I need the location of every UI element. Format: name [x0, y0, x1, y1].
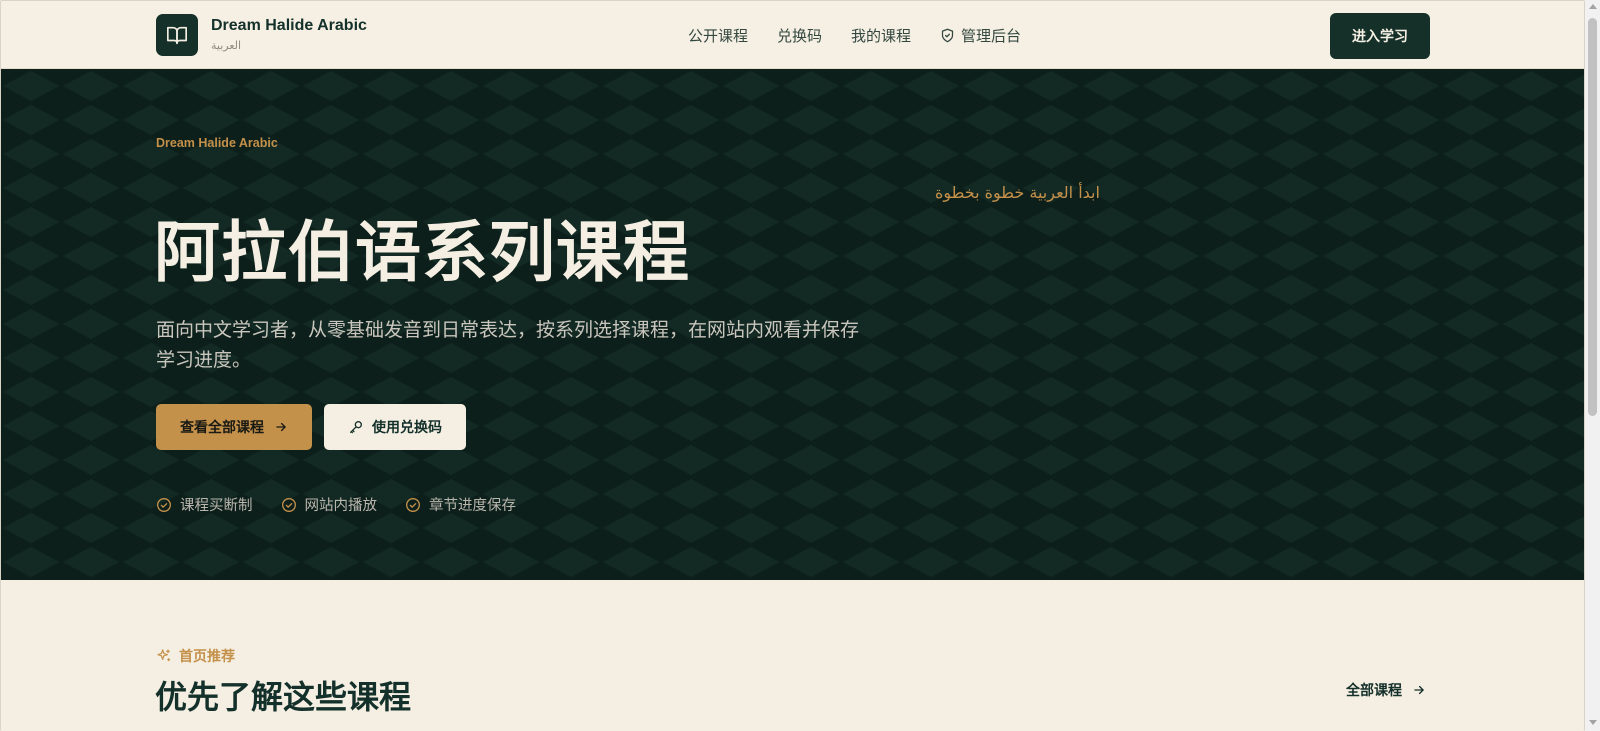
nav-label: 公开课程	[688, 27, 749, 45]
feature-item: 章节进度保存	[405, 494, 516, 515]
browser-viewport: Dream Halide Arabic العربية 公开课程 兑换码 我的课…	[0, 0, 1585, 731]
site-header: Dream Halide Arabic العربية 公开课程 兑换码 我的课…	[1, 1, 1584, 69]
check-circle-icon	[281, 497, 296, 512]
brand-subtitle: العربية	[211, 39, 242, 52]
hero-eyebrow: Dream Halide Arabic	[156, 136, 278, 150]
check-circle-icon	[406, 497, 420, 512]
feature-label: 网站内播放	[304, 498, 378, 514]
recommended-eyebrow-label: 首页推荐	[179, 649, 235, 665]
hero-section: Dream Halide Arabic ابدأ العربية خطوة بخ…	[1, 69, 1584, 580]
check-circle-icon	[157, 497, 171, 512]
enter-learning-button[interactable]: 进入学习	[1330, 13, 1430, 59]
nav-admin[interactable]: 管理后台	[940, 25, 1021, 46]
open-book-icon	[167, 26, 187, 45]
key-icon	[350, 421, 362, 434]
vertical-scrollbar[interactable]	[1585, 0, 1600, 731]
scroll-down-arrow-icon[interactable]	[1589, 720, 1597, 725]
nav-label: 我的课程	[851, 27, 912, 45]
view-all-courses-button[interactable]: 查看全部课程	[156, 404, 312, 450]
all-courses-link[interactable]: 全部课程	[1346, 680, 1426, 700]
use-redeem-code-button[interactable]: 使用兑换码	[324, 404, 466, 450]
arrow-right-icon	[276, 422, 286, 432]
recommended-title: 优先了解这些课程	[155, 678, 412, 716]
scrollbar-thumb[interactable]	[1588, 18, 1597, 416]
hero-arabic-tagline: ابدأ العربية خطوة بخطوة	[935, 183, 1100, 202]
main-nav: 公开课程 兑换码 我的课程 管理后台	[688, 25, 1021, 46]
feature-label: 课程买断制	[180, 498, 253, 514]
sparkles-icon	[157, 649, 171, 662]
nav-label: 管理后台	[961, 27, 1022, 45]
feature-label: 章节进度保存	[429, 498, 516, 514]
hero-title: 阿拉伯语系列课程	[154, 214, 690, 291]
brand-name[interactable]: Dream Halide Arabic	[211, 17, 367, 35]
button-label: 使用兑换码	[372, 420, 442, 436]
hero-description: 面向中文学习者，从零基础发音到日常表达，按系列选择课程，在网站内观看并保存学习进…	[156, 319, 860, 371]
link-label: 全部课程	[1346, 683, 1402, 699]
feature-item: 课程买断制	[156, 494, 253, 515]
recommended-eyebrow: 首页推荐	[156, 646, 235, 666]
nav-my-courses[interactable]: 我的课程	[851, 25, 911, 46]
logo[interactable]	[156, 14, 198, 56]
feature-list: 课程买断制 网站内播放 章节进度保存	[156, 494, 544, 515]
shield-check-icon	[941, 28, 954, 43]
recommended-section: 首页推荐 优先了解这些课程 全部课程	[1, 580, 1584, 731]
nav-label: 兑换码	[777, 27, 823, 45]
feature-item: 网站内播放	[281, 494, 378, 515]
nav-public-courses[interactable]: 公开课程	[688, 25, 748, 46]
button-label: 查看全部课程	[180, 420, 264, 436]
arrow-right-icon	[1414, 685, 1424, 695]
scroll-up-arrow-icon[interactable]	[1589, 4, 1597, 9]
nav-redeem-code[interactable]: 兑换码	[777, 25, 822, 46]
